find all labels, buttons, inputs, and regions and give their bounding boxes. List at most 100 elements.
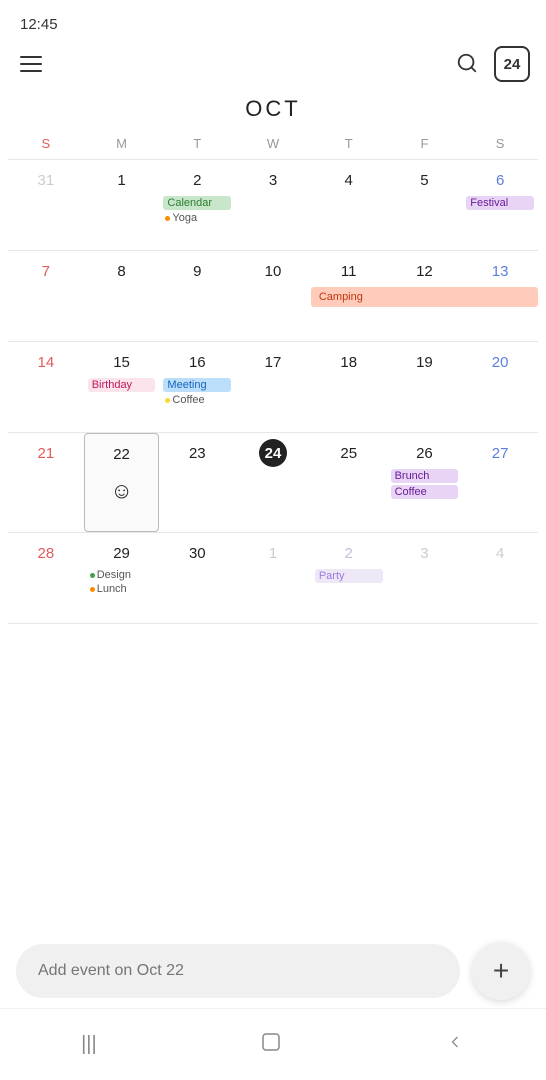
event-lunch: Lunch <box>88 583 156 595</box>
day-header-wed: W <box>235 132 311 155</box>
day-cell-2[interactable]: 2 Calendar Yoga <box>159 160 235 250</box>
day-num-nov2: 2 <box>335 539 363 567</box>
day-cell-19[interactable]: 19 <box>387 342 463 432</box>
nav-back-icon[interactable] <box>425 1024 485 1066</box>
day-header-sun: S <box>8 132 84 155</box>
day-header-fri: F <box>387 132 463 155</box>
day-cell-9[interactable]: 9 <box>159 251 235 341</box>
day-header-mon: M <box>84 132 160 155</box>
day-cell-nov1[interactable]: 1 <box>235 533 311 623</box>
day-cell-30[interactable]: 30 <box>159 533 235 623</box>
day-num-23: 23 <box>183 439 211 467</box>
day-num-4: 4 <box>335 166 363 194</box>
events-2: Calendar Yoga <box>161 196 233 224</box>
week-row-1: 31 1 2 Calendar Yoga 3 4 5 <box>8 159 538 250</box>
design-dot <box>90 573 95 578</box>
day-num-3: 3 <box>259 166 287 194</box>
day-cell-15[interactable]: 15 Birthday <box>84 342 160 432</box>
day-num-19: 19 <box>410 348 438 376</box>
event-camping[interactable]: Camping <box>311 287 538 307</box>
event-coffee-26[interactable]: Coffee <box>391 485 459 499</box>
day-cell-17[interactable]: 17 <box>235 342 311 432</box>
events-15: Birthday <box>86 378 158 392</box>
calendar: S M T W T F S 31 1 2 Calendar Yoga <box>0 132 546 624</box>
day-cell-8[interactable]: 8 <box>84 251 160 341</box>
day-num-29: 29 <box>108 539 136 567</box>
day-num-24: 24 <box>259 439 287 467</box>
month-title: OCT <box>0 90 546 132</box>
menu-icon[interactable] <box>16 52 46 76</box>
day-num-21: 21 <box>32 439 60 467</box>
day-cell-4[interactable]: 4 <box>311 160 387 250</box>
day-cell-31[interactable]: 31 <box>8 160 84 250</box>
day-num-25: 25 <box>335 439 363 467</box>
day-num-30: 30 <box>183 539 211 567</box>
day-cell-nov3[interactable]: 3 <box>387 533 463 623</box>
day-num-8: 8 <box>108 257 136 285</box>
nav-bar: ||| <box>0 1008 546 1080</box>
events-26: Brunch Coffee <box>389 469 461 499</box>
events-29: Design Lunch <box>86 569 158 595</box>
event-coffee-16: Coffee <box>163 394 231 406</box>
day-cell-6[interactable]: 6 Festival <box>462 160 538 250</box>
day-num-7: 7 <box>32 257 60 285</box>
nav-home-icon[interactable] <box>239 1022 303 1068</box>
day-header-sat: S <box>462 132 538 155</box>
day-cell-nov4[interactable]: 4 <box>462 533 538 623</box>
day-cell-5[interactable]: 5 <box>387 160 463 250</box>
day-num-16: 16 <box>183 348 211 376</box>
day-cell-27[interactable]: 27 <box>462 433 538 532</box>
day-cell-18[interactable]: 18 <box>311 342 387 432</box>
day-num-12: 12 <box>410 257 438 285</box>
day-num-1: 1 <box>108 166 136 194</box>
day-cell-7[interactable]: 7 <box>8 251 84 341</box>
coffee-dot <box>165 398 170 403</box>
day-cell-26[interactable]: 26 Brunch Coffee <box>387 433 463 532</box>
day-num-22: 22 <box>108 440 136 468</box>
event-meeting[interactable]: Meeting <box>163 378 231 392</box>
day-num-9: 9 <box>183 257 211 285</box>
events-16: Meeting Coffee <box>161 378 233 406</box>
day-cell-14[interactable]: 14 <box>8 342 84 432</box>
day-cell-1[interactable]: 1 <box>84 160 160 250</box>
day-cell-25[interactable]: 25 <box>311 433 387 532</box>
status-bar: 12:45 <box>0 0 546 38</box>
day-num-27: 27 <box>486 439 514 467</box>
day-num-11: 11 <box>335 257 363 285</box>
day-cell-20[interactable]: 20 <box>462 342 538 432</box>
day-header-tue: T <box>159 132 235 155</box>
day-header-thu: T <box>311 132 387 155</box>
add-event-input[interactable] <box>16 944 460 998</box>
event-birthday[interactable]: Birthday <box>88 378 156 392</box>
day-cell-23[interactable]: 23 <box>159 433 235 532</box>
day-cell-10[interactable]: 10 <box>235 251 311 341</box>
nav-menu-icon[interactable]: ||| <box>61 1025 117 1064</box>
day-cell-3[interactable]: 3 <box>235 160 311 250</box>
day-cell-22[interactable]: 22 ☺ <box>84 433 160 532</box>
header-right: 24 <box>452 46 530 82</box>
event-brunch[interactable]: Brunch <box>391 469 459 483</box>
bottom-section: + <box>0 942 546 1000</box>
header-left <box>16 52 46 76</box>
day-num-18: 18 <box>335 348 363 376</box>
event-festival[interactable]: Festival <box>466 196 534 210</box>
day-cell-29[interactable]: 29 Design Lunch <box>84 533 160 623</box>
day-cell-24[interactable]: 24 <box>235 433 311 532</box>
yoga-dot <box>165 216 170 221</box>
day-cell-16[interactable]: 16 Meeting Coffee <box>159 342 235 432</box>
calendar-badge[interactable]: 24 <box>494 46 530 82</box>
event-calendar[interactable]: Calendar <box>163 196 231 210</box>
day-cell-21[interactable]: 21 <box>8 433 84 532</box>
day-headers: S M T W T F S <box>8 132 538 155</box>
week-row-2: 7 8 9 10 11 12 13 Camping <box>8 250 538 341</box>
event-design: Design <box>88 569 156 581</box>
search-button[interactable] <box>452 48 482 81</box>
fab-add-button[interactable]: + <box>472 942 530 1000</box>
header: 24 <box>0 38 546 90</box>
day-cell-28[interactable]: 28 <box>8 533 84 623</box>
event-party[interactable]: Party <box>315 569 383 583</box>
day-num-10: 10 <box>259 257 287 285</box>
day-num-20: 20 <box>486 348 514 376</box>
day-num-13: 13 <box>486 257 514 285</box>
day-cell-nov2[interactable]: 2 Party <box>311 533 387 623</box>
